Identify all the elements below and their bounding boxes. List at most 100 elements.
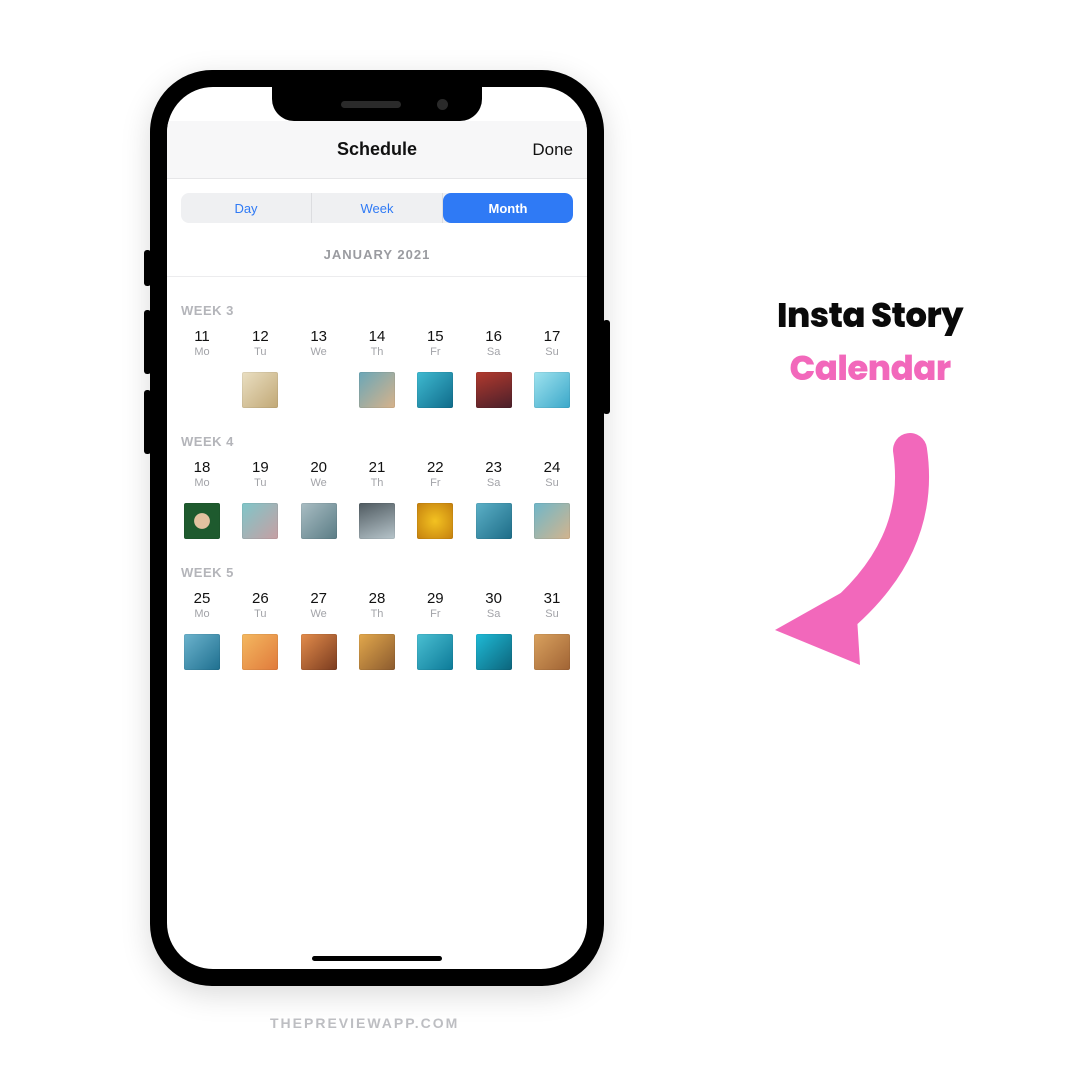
day-number: 27 xyxy=(296,590,342,607)
story-thumbnail[interactable] xyxy=(184,503,220,539)
calendar-day[interactable]: 13We xyxy=(296,328,342,358)
day-number: 22 xyxy=(412,459,458,476)
thumb-cell xyxy=(237,634,283,670)
home-indicator[interactable] xyxy=(312,956,442,961)
segment-day[interactable]: Day xyxy=(181,193,312,223)
calendar-body: WEEK 311Mo12Tu13We14Th15Fr16Sa17SuWEEK 4… xyxy=(167,277,587,670)
calendar-day[interactable]: 24Su xyxy=(529,459,575,489)
day-abbr: Tu xyxy=(237,477,283,489)
calendar-day[interactable]: 14Th xyxy=(354,328,400,358)
thumb-cell xyxy=(179,634,225,670)
calendar-day[interactable]: 17Su xyxy=(529,328,575,358)
week-label: WEEK 5 xyxy=(181,565,575,580)
day-abbr: Th xyxy=(354,477,400,489)
phone-vol-down xyxy=(144,390,151,454)
calendar-day[interactable]: 23Sa xyxy=(471,459,517,489)
story-thumbnail[interactable] xyxy=(359,372,395,408)
thumb-cell xyxy=(471,372,517,408)
phone-notch xyxy=(272,87,482,121)
calendar-day[interactable]: 30Sa xyxy=(471,590,517,620)
story-thumbnail[interactable] xyxy=(534,503,570,539)
calendar-day[interactable]: 29Fr xyxy=(412,590,458,620)
day-abbr: Mo xyxy=(179,608,225,620)
calendar-day[interactable]: 19Tu xyxy=(237,459,283,489)
calendar-day[interactable]: 31Su xyxy=(529,590,575,620)
calendar-day[interactable]: 16Sa xyxy=(471,328,517,358)
phone-mute-switch xyxy=(144,250,151,286)
calendar-day[interactable]: 18Mo xyxy=(179,459,225,489)
calendar-day[interactable]: 27We xyxy=(296,590,342,620)
day-abbr: Su xyxy=(529,477,575,489)
story-thumbnail[interactable] xyxy=(242,503,278,539)
calendar-day[interactable]: 28Th xyxy=(354,590,400,620)
day-abbr: Fr xyxy=(412,477,458,489)
story-thumbnail[interactable] xyxy=(417,503,453,539)
day-abbr: We xyxy=(296,346,342,358)
story-thumbnail[interactable] xyxy=(476,634,512,670)
footer-watermark: THEPREVIEWAPP.COM xyxy=(270,1015,459,1031)
story-thumbnail[interactable] xyxy=(534,372,570,408)
day-number: 24 xyxy=(529,459,575,476)
thumb-cell xyxy=(412,503,458,539)
thumb-cell xyxy=(471,634,517,670)
calendar-day[interactable]: 21Th xyxy=(354,459,400,489)
day-number: 25 xyxy=(179,590,225,607)
calendar-day[interactable]: 11Mo xyxy=(179,328,225,358)
story-thumbnail[interactable] xyxy=(184,634,220,670)
calendar-day[interactable]: 20We xyxy=(296,459,342,489)
thumb-cell xyxy=(354,372,400,408)
story-thumbnail[interactable] xyxy=(359,503,395,539)
phone-vol-up xyxy=(144,310,151,374)
day-abbr: Sa xyxy=(471,608,517,620)
month-heading: JANUARY 2021 xyxy=(167,233,587,277)
day-abbr: Su xyxy=(529,608,575,620)
story-thumbnail[interactable] xyxy=(476,372,512,408)
day-number: 17 xyxy=(529,328,575,345)
arrow-icon xyxy=(720,430,950,680)
segment-month[interactable]: Month xyxy=(443,193,573,223)
day-abbr: Fr xyxy=(412,608,458,620)
thumb-cell xyxy=(179,372,225,408)
story-thumbnail[interactable] xyxy=(417,634,453,670)
story-thumbnail[interactable] xyxy=(301,503,337,539)
thumb-cell xyxy=(412,372,458,408)
navbar: Schedule Done xyxy=(167,121,587,179)
day-abbr: Tu xyxy=(237,346,283,358)
day-abbr: Mo xyxy=(179,477,225,489)
thumb-cell xyxy=(354,503,400,539)
day-number: 29 xyxy=(412,590,458,607)
day-number: 30 xyxy=(471,590,517,607)
story-thumbnail[interactable] xyxy=(301,634,337,670)
day-abbr: Th xyxy=(354,608,400,620)
done-button[interactable]: Done xyxy=(532,140,573,160)
calendar-day[interactable]: 26Tu xyxy=(237,590,283,620)
segment-week[interactable]: Week xyxy=(312,193,443,223)
story-thumbnail[interactable] xyxy=(359,634,395,670)
promo-text: Insta Story Calendar xyxy=(700,290,1040,394)
calendar-day[interactable]: 15Fr xyxy=(412,328,458,358)
day-abbr: We xyxy=(296,608,342,620)
day-number: 20 xyxy=(296,459,342,476)
calendar-week: WEEK 5 25Mo 26Tu 27We 28Th 29Fr 30Sa 31Su xyxy=(179,539,575,670)
day-abbr: Sa xyxy=(471,477,517,489)
day-number: 19 xyxy=(237,459,283,476)
story-thumbnail[interactable] xyxy=(476,503,512,539)
story-thumbnail[interactable] xyxy=(242,634,278,670)
promo-line-2: Calendar xyxy=(700,343,1040,394)
phone-frame: Schedule Done Day Week Month JANUARY 202… xyxy=(150,70,604,986)
phone-power xyxy=(603,320,610,414)
day-number: 14 xyxy=(354,328,400,345)
thumb-cell xyxy=(296,503,342,539)
story-thumbnail[interactable] xyxy=(242,372,278,408)
story-thumbnail[interactable] xyxy=(534,634,570,670)
thumb-cell xyxy=(529,634,575,670)
story-thumbnail[interactable] xyxy=(417,372,453,408)
calendar-week: WEEK 311Mo12Tu13We14Th15Fr16Sa17Su xyxy=(179,277,575,408)
day-number: 28 xyxy=(354,590,400,607)
thumb-cell xyxy=(471,503,517,539)
calendar-day[interactable]: 22Fr xyxy=(412,459,458,489)
calendar-day[interactable]: 12Tu xyxy=(237,328,283,358)
page-title: Schedule xyxy=(337,139,417,160)
calendar-day[interactable]: 25Mo xyxy=(179,590,225,620)
calendar-week: WEEK 418Mo19Tu20We21Th22Fr23Sa24Su xyxy=(179,408,575,539)
